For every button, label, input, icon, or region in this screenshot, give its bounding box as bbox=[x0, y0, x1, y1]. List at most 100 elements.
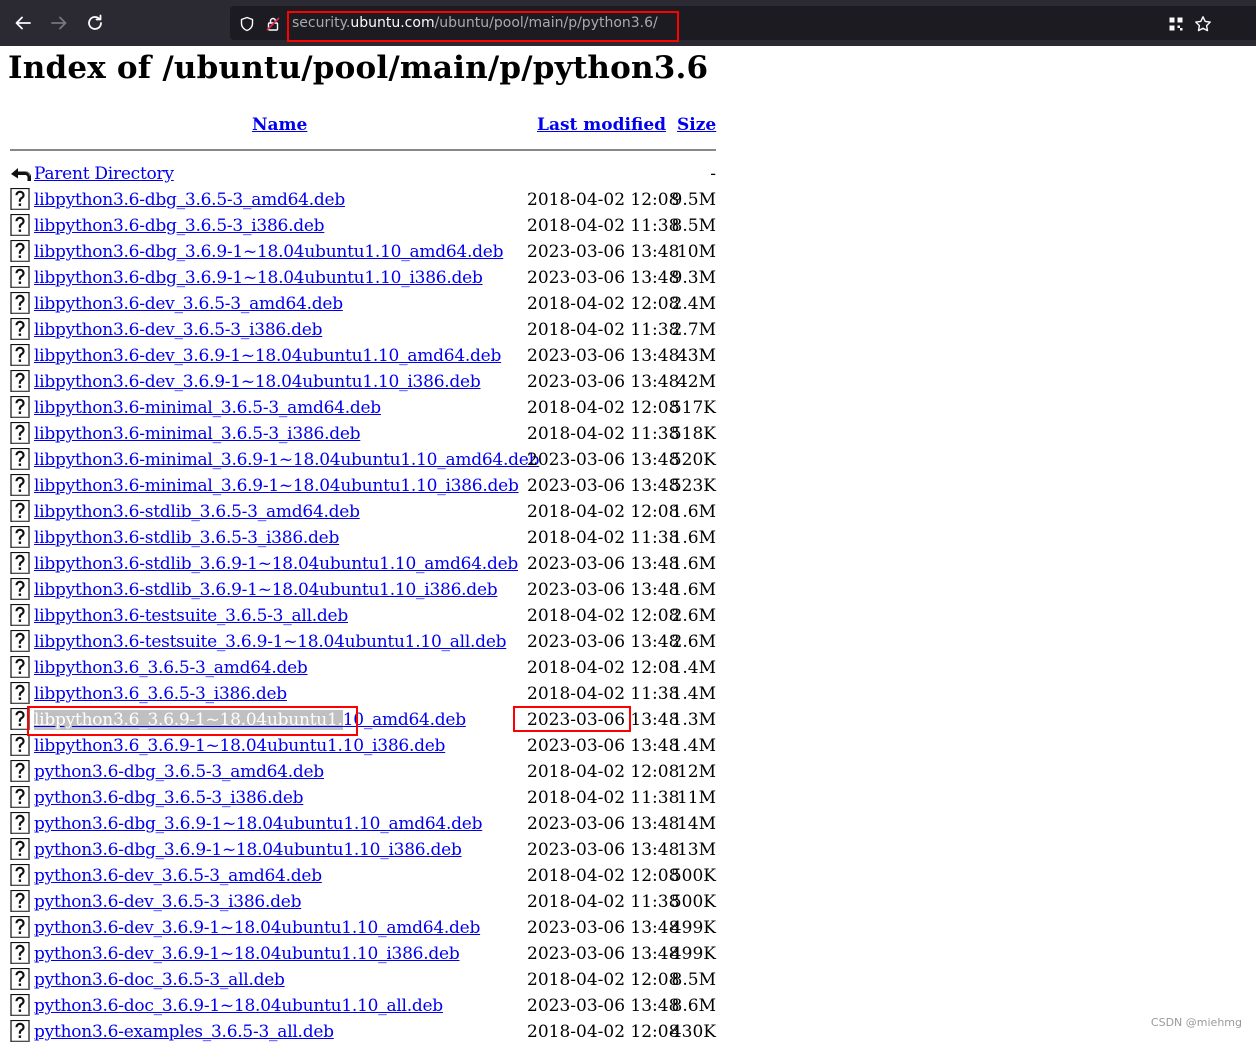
file-link[interactable]: python3.6-dbg_3.6.5-3_i386.deb bbox=[34, 786, 304, 810]
file-size: 14M bbox=[676, 814, 716, 834]
unknown-file-icon bbox=[10, 291, 30, 315]
unknown-file-icon bbox=[10, 525, 30, 549]
file-link[interactable]: libpython3.6-dbg_3.6.5-3_i386.deb bbox=[34, 214, 325, 238]
unknown-file-icon bbox=[10, 655, 30, 679]
file-link[interactable]: libpython3.6-minimal_3.6.5-3_amd64.deb bbox=[34, 396, 381, 420]
file-link[interactable]: libpython3.6-dev_3.6.9-1~18.04ubuntu1.10… bbox=[34, 370, 481, 394]
file-link[interactable]: libpython3.6-dev_3.6.9-1~18.04ubuntu1.10… bbox=[34, 344, 501, 368]
file-size: 523K bbox=[670, 476, 716, 496]
file-row: libpython3.6-dev_3.6.5-3_amd64.deb 2018-0… bbox=[0, 291, 740, 318]
reader-view-icon[interactable] bbox=[1167, 15, 1185, 33]
file-link[interactable]: python3.6-dbg_3.6.9-1~18.04ubuntu1.10_i3… bbox=[34, 838, 462, 862]
file-row: libpython3.6-minimal_3.6.9-1~18.04ubuntu… bbox=[0, 447, 740, 474]
parent-directory-row: Parent Directory - bbox=[0, 162, 740, 188]
file-link[interactable]: libpython3.6-dev_3.6.5-3_i386.deb bbox=[34, 318, 322, 342]
file-date: 2018-04-02 12:08 bbox=[527, 1022, 680, 1042]
file-size: 8.5M bbox=[671, 216, 716, 236]
unknown-file-icon bbox=[10, 941, 30, 965]
file-date: 2023-03-06 13:48 bbox=[527, 736, 680, 756]
file-row: libpython3.6-dbg_3.6.5-3_amd64.deb 2018-0… bbox=[0, 187, 740, 214]
file-link[interactable]: python3.6-dbg_3.6.5-3_amd64.deb bbox=[34, 760, 324, 784]
file-row: libpython3.6-stdlib_3.6.5-3_i386.deb 2018… bbox=[0, 525, 740, 552]
file-link[interactable]: libpython3.6-stdlib_3.6.9-1~18.04ubuntu1… bbox=[34, 578, 498, 602]
file-link[interactable]: libpython3.6_3.6.5-3_amd64.deb bbox=[34, 656, 308, 680]
column-header-name[interactable]: Name bbox=[252, 115, 307, 135]
forward-button[interactable] bbox=[46, 10, 72, 36]
file-row: python3.6-dbg_3.6.9-1~18.04ubuntu1.10_am… bbox=[0, 811, 740, 838]
file-link[interactable]: python3.6-dbg_3.6.9-1~18.04ubuntu1.10_am… bbox=[34, 812, 482, 836]
file-link[interactable]: libpython3.6-stdlib_3.6.5-3_amd64.deb bbox=[34, 500, 360, 524]
file-link[interactable]: python3.6-doc_3.6.9-1~18.04ubuntu1.10_al… bbox=[34, 994, 443, 1018]
file-date: 2023-03-06 13:48 bbox=[527, 268, 680, 288]
reload-button[interactable] bbox=[82, 10, 108, 36]
file-row: libpython3.6-testsuite_3.6.5-3_all.deb 20… bbox=[0, 603, 740, 630]
unknown-file-icon bbox=[10, 551, 30, 575]
unknown-file-icon bbox=[10, 499, 30, 523]
file-link[interactable]: python3.6-examples_3.6.5-3_all.deb bbox=[34, 1020, 334, 1044]
unknown-file-icon bbox=[10, 681, 30, 705]
file-link[interactable]: libpython3.6-testsuite_3.6.9-1~18.04ubun… bbox=[34, 630, 507, 654]
file-link[interactable]: libpython3.6_3.6.9-1~18.04ubuntu1.10_i38… bbox=[34, 734, 445, 758]
unknown-file-icon bbox=[10, 603, 30, 627]
file-size: 430K bbox=[670, 1022, 716, 1042]
file-size: 1.4M bbox=[671, 684, 716, 704]
file-link[interactable]: libpython3.6-dev_3.6.5-3_amd64.deb bbox=[34, 292, 343, 316]
file-row: libpython3.6-dbg_3.6.5-3_i386.deb 2018-04… bbox=[0, 213, 740, 240]
unknown-file-icon bbox=[10, 265, 30, 289]
file-row: libpython3.6-dev_3.6.9-1~18.04ubuntu1.10… bbox=[0, 343, 740, 370]
bookmark-star-icon[interactable] bbox=[1194, 15, 1212, 33]
back-button[interactable] bbox=[10, 10, 36, 36]
file-row: python3.6-dbg_3.6.5-3_amd64.deb 2018-04-0… bbox=[0, 759, 740, 786]
unknown-file-icon bbox=[10, 993, 30, 1017]
file-size: 1.6M bbox=[671, 502, 716, 522]
file-size: 2.6M bbox=[671, 606, 716, 626]
unknown-file-icon bbox=[10, 785, 30, 809]
unknown-file-icon bbox=[10, 395, 30, 419]
file-link[interactable]: python3.6-dev_3.6.9-1~18.04ubuntu1.10_am… bbox=[34, 916, 480, 940]
file-link[interactable]: libpython3.6-minimal_3.6.5-3_i386.deb bbox=[34, 422, 361, 446]
file-link[interactable]: libpython3.6-minimal_3.6.9-1~18.04ubuntu… bbox=[34, 448, 539, 472]
file-date: 2023-03-06 13:48 bbox=[527, 918, 680, 938]
file-link[interactable]: libpython3.6-testsuite_3.6.5-3_all.deb bbox=[34, 604, 348, 628]
file-row: libpython3.6_3.6.5-3_amd64.deb 2018-04-02… bbox=[0, 655, 740, 682]
file-row: libpython3.6-stdlib_3.6.9-1~18.04ubuntu1… bbox=[0, 551, 740, 578]
unknown-file-icon bbox=[10, 629, 30, 653]
file-link[interactable]: python3.6-doc_3.6.5-3_all.deb bbox=[34, 968, 285, 992]
file-size: 10M bbox=[676, 242, 716, 262]
file-link[interactable]: libpython3.6-stdlib_3.6.9-1~18.04ubuntu1… bbox=[34, 552, 518, 576]
file-date: 2023-03-06 13:48 bbox=[527, 580, 680, 600]
file-link[interactable]: libpython3.6_3.6.5-3_i386.deb bbox=[34, 682, 287, 706]
file-row: python3.6-dev_3.6.5-3_amd64.deb 2018-04-0… bbox=[0, 863, 740, 890]
file-link[interactable]: libpython3.6-minimal_3.6.9-1~18.04ubuntu… bbox=[34, 474, 519, 498]
lock-icon[interactable] bbox=[264, 15, 282, 33]
file-size: 1.4M bbox=[671, 736, 716, 756]
file-date: 2023-03-06 13:48 bbox=[527, 554, 680, 574]
column-header-last-modified[interactable]: Last modified bbox=[537, 115, 666, 135]
unknown-file-icon bbox=[10, 369, 30, 393]
file-link[interactable]: libpython3.6-dbg_3.6.5-3_amd64.deb bbox=[34, 188, 345, 212]
file-size: 8.6M bbox=[671, 996, 716, 1016]
file-size: 1.6M bbox=[671, 580, 716, 600]
file-size: 11M bbox=[676, 788, 716, 808]
file-size: 1.6M bbox=[671, 554, 716, 574]
parent-directory-link[interactable]: Parent Directory bbox=[34, 162, 174, 186]
shield-icon[interactable] bbox=[238, 15, 256, 33]
file-size: 499K bbox=[670, 918, 716, 938]
file-date: 2023-03-06 13:48 bbox=[527, 996, 680, 1016]
header-divider bbox=[10, 149, 716, 151]
file-link[interactable]: libpython3.6-dbg_3.6.9-1~18.04ubuntu1.10… bbox=[34, 266, 483, 290]
file-row: libpython3.6-dev_3.6.5-3_i386.deb 2018-04… bbox=[0, 317, 740, 344]
file-link[interactable]: libpython3.6-dbg_3.6.9-1~18.04ubuntu1.10… bbox=[34, 240, 503, 264]
file-link[interactable]: libpython3.6-stdlib_3.6.5-3_i386.deb bbox=[34, 526, 339, 550]
file-link[interactable]: python3.6-dev_3.6.9-1~18.04ubuntu1.10_i3… bbox=[34, 942, 460, 966]
file-link[interactable]: python3.6-dev_3.6.5-3_amd64.deb bbox=[34, 864, 322, 888]
unknown-file-icon bbox=[10, 811, 30, 835]
file-size: 1.4M bbox=[671, 658, 716, 678]
filename-annotation-box bbox=[27, 706, 358, 736]
column-header-size[interactable]: Size bbox=[677, 115, 716, 135]
file-date: 2023-03-06 13:48 bbox=[527, 450, 680, 470]
file-size: 13M bbox=[676, 840, 716, 860]
file-link[interactable]: python3.6-dev_3.6.5-3_i386.deb bbox=[34, 890, 301, 914]
file-row: libpython3.6_3.6.5-3_i386.deb 2018-04-02 … bbox=[0, 681, 740, 708]
file-row: libpython3.6-stdlib_3.6.5-3_amd64.deb 201… bbox=[0, 499, 740, 526]
